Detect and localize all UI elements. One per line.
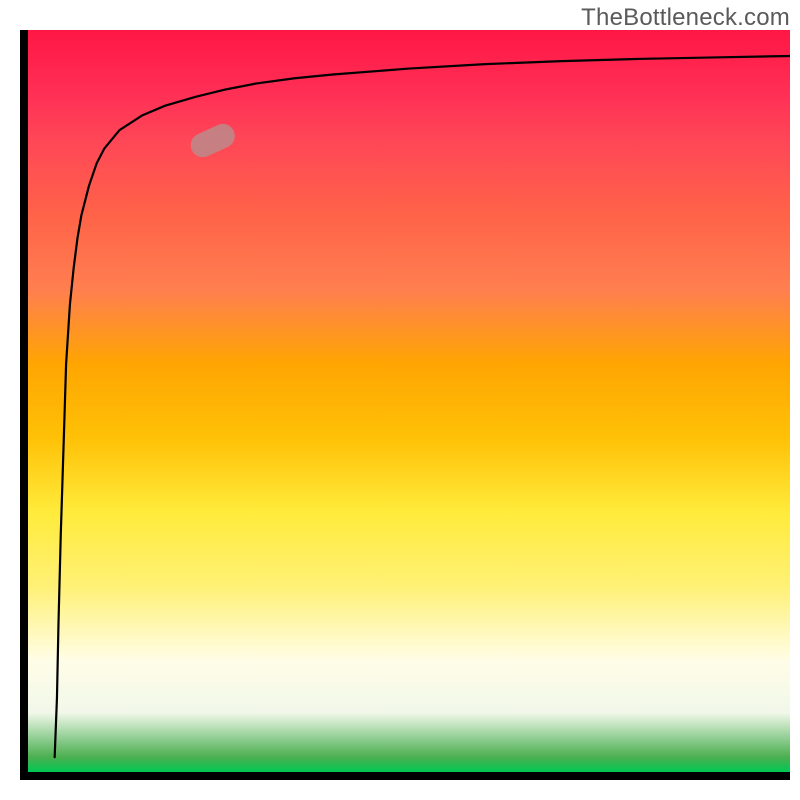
watermark-text: TheBottleneck.com [581,4,790,32]
curve-layer [28,30,790,772]
bottleneck-curve [55,56,790,757]
curve-marker [187,120,239,161]
plot-area [20,30,790,780]
chart-container: TheBottleneck.com [0,0,800,800]
